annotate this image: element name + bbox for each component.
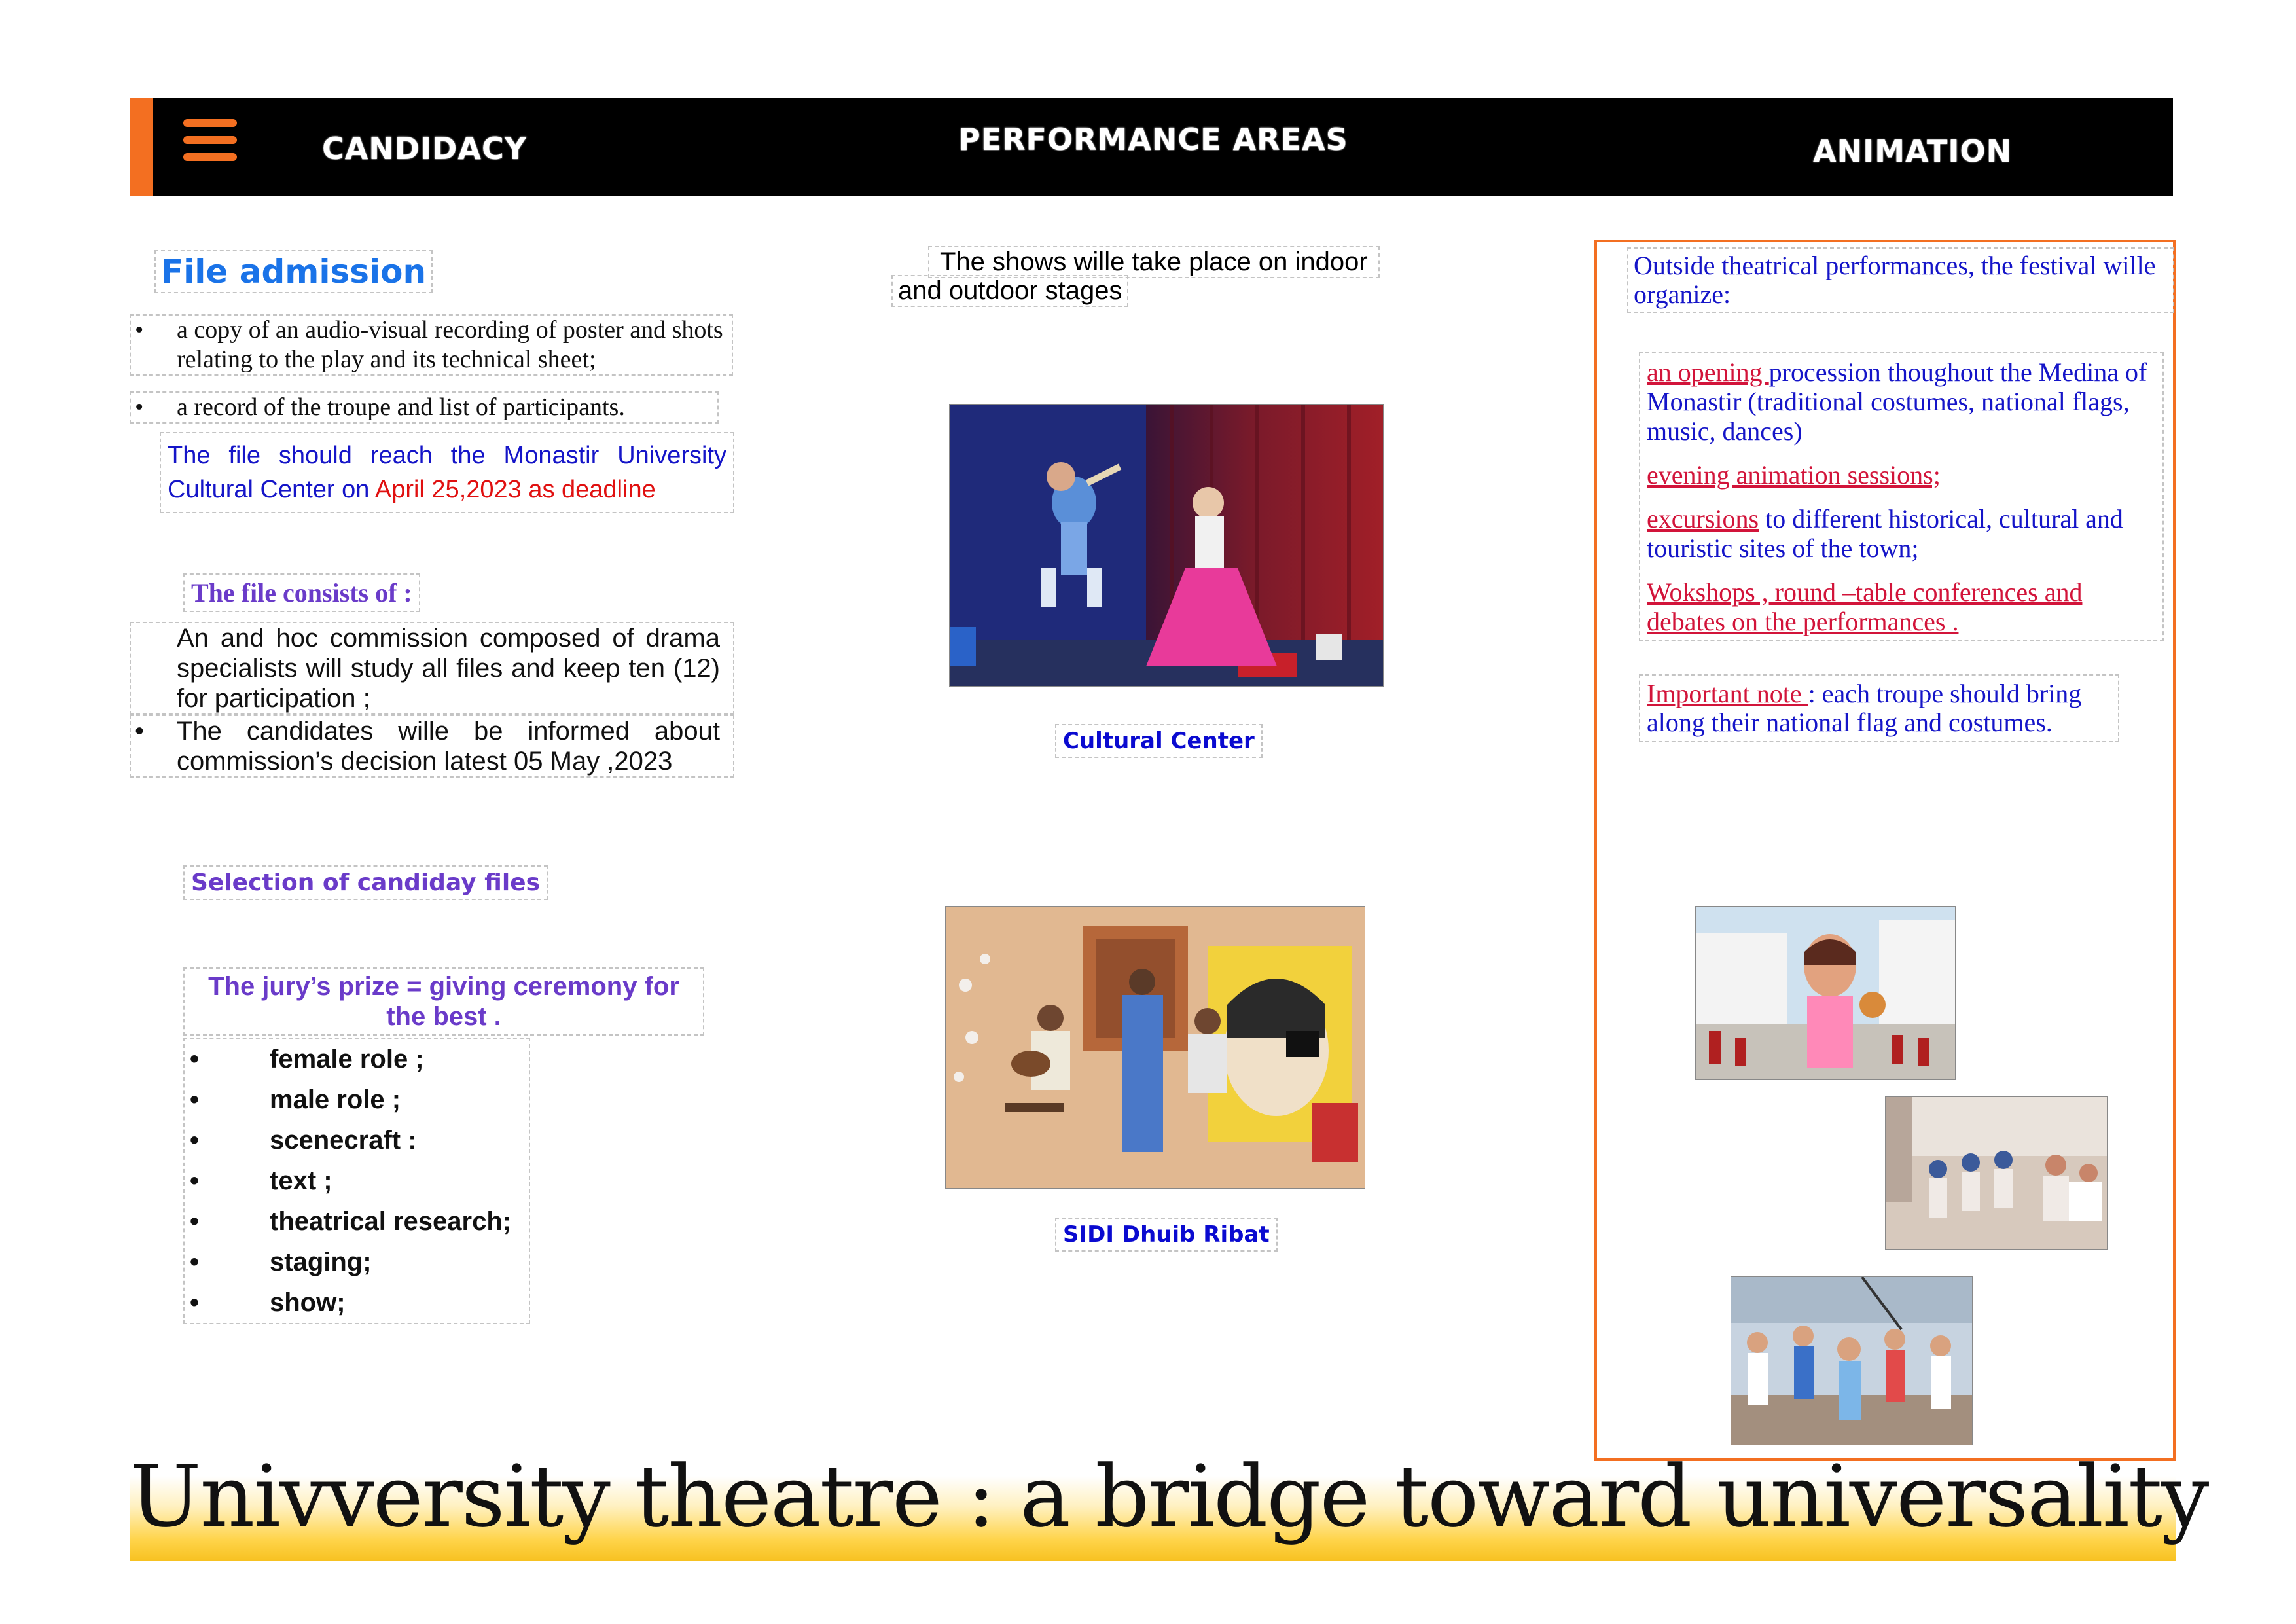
important-note-label: Important note: [1647, 679, 1808, 708]
excursion-crowd-photo: [1731, 1276, 1973, 1445]
list-item: The candidates wille be informed about c…: [130, 715, 734, 778]
list-item: text ;: [185, 1161, 529, 1201]
shows-intro-line-2: and outdoor stages: [891, 275, 1129, 307]
jury-prize-title: The jury’s prize = giving ceremony for t…: [183, 967, 704, 1036]
animation-activities-list: an opening procession thoughout the Medi…: [1639, 352, 2164, 641]
list-item: staging;: [185, 1242, 529, 1282]
list-item: excursions to different historical, cult…: [1647, 504, 2123, 563]
slogan-text: Univversity theatre : a bridge toward un…: [130, 1447, 2209, 1546]
list-item: scenecraft :: [185, 1120, 529, 1161]
file-consists-title: The file consists of :: [183, 573, 420, 612]
list-item: evening animation sessions;: [1647, 460, 1941, 490]
venue-caption: SIDI Dhuib Ribat: [1055, 1218, 1278, 1252]
deadline-date: April 25,2023 as deadline: [374, 476, 656, 503]
list-item: theatrical research;: [185, 1201, 529, 1242]
list-item: male role ;: [185, 1079, 529, 1120]
opening-link: an opening: [1647, 357, 1769, 387]
list-item: Wokshops , round –table conferences and …: [1647, 577, 2083, 636]
workshop-photo: [1885, 1096, 2108, 1250]
sidi-dhuib-ribat-photo: [945, 906, 1365, 1189]
list-item: a copy of an audio-visual recording of p…: [130, 314, 733, 376]
procession-photo: [1695, 906, 1956, 1080]
nav-candidacy[interactable]: CANDIDACY: [322, 131, 527, 166]
admission-requirements-list: a copy of an audio-visual recording of p…: [130, 314, 733, 424]
prize-categories-list: female role ; male role ; scenecraft : t…: [183, 1038, 530, 1324]
deadline-notice: The file should reach the Monastir Unive…: [160, 432, 734, 513]
list-item: a record of the troupe and list of parti…: [130, 391, 719, 424]
nav-performance-areas[interactable]: PERFORMANCE AREAS: [958, 122, 1348, 157]
selection-title: Selection of candiday files: [183, 865, 548, 900]
commission-list: An and hoc commission composed of drama …: [130, 622, 734, 778]
venue-caption: Cultural Center: [1055, 724, 1263, 758]
list-item: show;: [185, 1282, 529, 1323]
animation-intro: Outside theatrical performances, the fes…: [1627, 247, 2174, 313]
list-item: female role ;: [185, 1039, 529, 1079]
shows-intro-line-1: The shows wille take place on indoor: [928, 246, 1380, 278]
important-note: Important note : each troupe should brin…: [1639, 674, 2119, 742]
list-item: an opening procession thoughout the Medi…: [1647, 357, 2147, 446]
file-admission-title: File admission: [154, 250, 433, 293]
cultural-center-stage-photo: [949, 404, 1384, 687]
header-accent-stripe: [130, 98, 153, 196]
list-item: An and hoc commission composed of drama …: [130, 622, 734, 715]
nav-animation[interactable]: ANIMATION: [1813, 134, 2012, 169]
